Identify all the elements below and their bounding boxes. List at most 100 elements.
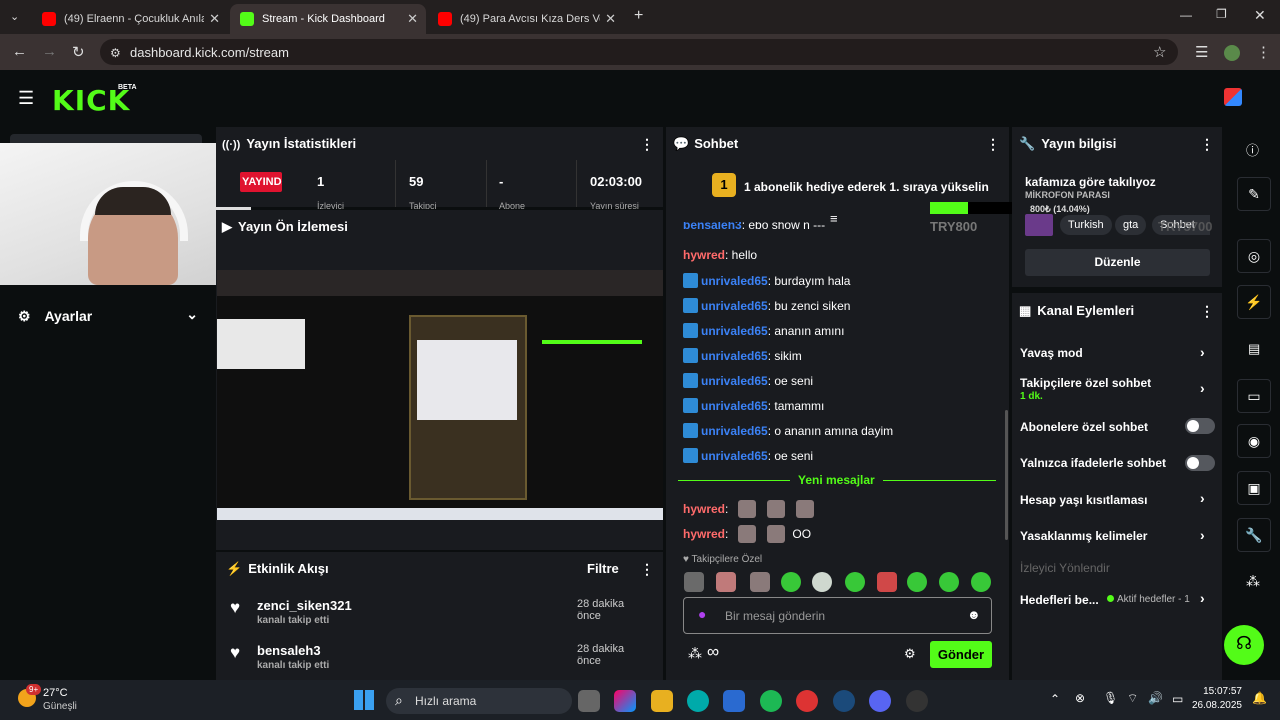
new-messages-divider[interactable]: Yeni mesajlar bbox=[678, 473, 996, 487]
points-icon[interactable]: ⁂ bbox=[688, 645, 702, 662]
store-icon[interactable] bbox=[723, 690, 745, 712]
microphone-icon[interactable]: ● bbox=[698, 606, 706, 622]
emote-button[interactable] bbox=[971, 572, 991, 592]
edit-button[interactable]: Düzenle bbox=[1025, 249, 1210, 276]
close-tab-icon[interactable]: ✕ bbox=[209, 11, 220, 27]
emote-button[interactable] bbox=[812, 572, 832, 592]
emote-button[interactable] bbox=[907, 572, 927, 592]
new-tab-icon[interactable]: + bbox=[634, 7, 643, 25]
sidebar-item-ayarlar[interactable]: ⚙ Ayarlar ⌄ bbox=[18, 306, 198, 325]
chat-input[interactable]: ● Bir mesaj gönderin ☻ bbox=[683, 597, 992, 634]
stream-info-menu-icon[interactable]: ⋮ bbox=[1200, 136, 1214, 153]
subs-chat-toggle[interactable] bbox=[1185, 418, 1215, 434]
lightning-icon[interactable]: ⚡ bbox=[1237, 285, 1271, 319]
app-icon[interactable] bbox=[906, 690, 928, 712]
emote-chat-toggle[interactable] bbox=[1185, 455, 1215, 471]
stats-menu-icon[interactable]: ⋮ bbox=[640, 136, 654, 153]
emote-button[interactable] bbox=[877, 572, 897, 592]
bookmark-star-icon[interactable]: ☆ bbox=[1153, 43, 1166, 61]
send-button[interactable]: Gönder bbox=[930, 641, 992, 668]
tab-kick-dashboard[interactable]: Stream - Kick Dashboard ✕ bbox=[230, 4, 426, 34]
chat-scrollbar[interactable] bbox=[1005, 410, 1008, 540]
age-restriction-row[interactable]: Hesap yaşı kısıtlaması bbox=[1020, 493, 1147, 507]
back-icon[interactable]: ← bbox=[12, 43, 27, 60]
weather-widget[interactable]: 9+ 27°C Güneşli bbox=[16, 684, 116, 716]
file-explorer-icon[interactable] bbox=[651, 690, 673, 712]
maximize-icon[interactable]: ❐ bbox=[1216, 7, 1227, 21]
task-view-icon[interactable] bbox=[578, 690, 600, 712]
profile-avatar[interactable] bbox=[1224, 45, 1240, 61]
minimize-icon[interactable]: — bbox=[1180, 8, 1192, 22]
close-tab-icon[interactable]: ✕ bbox=[605, 11, 616, 27]
info-icon[interactable]: ⓘ bbox=[1246, 140, 1259, 159]
camera-target-icon[interactable]: ◎ bbox=[1237, 239, 1271, 273]
preview-phone-screen bbox=[417, 340, 517, 420]
activity-menu-icon[interactable]: ⋮ bbox=[640, 561, 654, 578]
activity-filter-button[interactable]: Filtre bbox=[587, 561, 619, 576]
media-control-icon[interactable]: ☰ bbox=[1195, 43, 1208, 61]
tab-para-avcisi[interactable]: (49) Para Avcısı Kıza Ders Verdi ✕ bbox=[428, 4, 624, 34]
document-icon[interactable]: ▤ bbox=[1248, 341, 1260, 357]
emote-button[interactable] bbox=[716, 572, 736, 592]
site-info-icon[interactable]: ⚙ bbox=[110, 46, 121, 60]
notification-icon[interactable]: 🔔 bbox=[1252, 691, 1267, 705]
emote-button[interactable] bbox=[939, 572, 959, 592]
tab-list-chevron-icon[interactable]: ⌄ bbox=[10, 10, 19, 23]
wifi-icon[interactable]: ⌔ bbox=[1127, 691, 1138, 706]
hamburger-menu-icon[interactable]: ☰ bbox=[18, 88, 34, 109]
gift-leaderboard-banner[interactable]: 1 1 abonelik hediye ederek 1. sıraya yük… bbox=[712, 173, 1002, 199]
taskbar-search[interactable]: ⌕ Hızlı arama bbox=[386, 688, 572, 714]
steam-icon[interactable] bbox=[833, 690, 855, 712]
close-window-icon[interactable]: ✕ bbox=[1254, 7, 1266, 24]
goals-status: Aktif hedefler - 1 bbox=[1107, 594, 1190, 605]
channel-actions-menu-icon[interactable]: ⋮ bbox=[1200, 303, 1214, 320]
weather-badge: 9+ bbox=[26, 684, 42, 695]
tab-elraenn[interactable]: (49) Elraenn - Çocukluk Anıları ✕ bbox=[32, 4, 228, 34]
pinned-collapse-icon[interactable]: ≡ bbox=[830, 211, 838, 226]
copilot-icon[interactable] bbox=[614, 690, 636, 712]
windows-start-icon[interactable] bbox=[354, 690, 374, 710]
edge-icon[interactable] bbox=[687, 690, 709, 712]
clock[interactable]: 15:07:57 26.08.2025 bbox=[1190, 686, 1242, 711]
emote-button[interactable] bbox=[750, 572, 770, 592]
reload-icon[interactable]: ↻ bbox=[72, 43, 85, 61]
chrome-icon[interactable] bbox=[796, 690, 818, 712]
battery-icon[interactable]: ▭ bbox=[1172, 692, 1183, 706]
tray-app-icon[interactable]: ⊗ bbox=[1075, 691, 1085, 705]
chevron-right-icon[interactable]: › bbox=[1200, 344, 1205, 360]
spotify-icon[interactable] bbox=[760, 690, 782, 712]
support-button[interactable]: ☊ bbox=[1224, 625, 1264, 665]
stat-divider bbox=[395, 160, 396, 207]
volume-icon[interactable]: 🔊 bbox=[1148, 691, 1163, 705]
emote-button[interactable] bbox=[684, 572, 704, 592]
chevron-right-icon[interactable]: › bbox=[1200, 380, 1205, 396]
emoji-picker-icon[interactable]: ☻ bbox=[967, 607, 981, 622]
edit-icon[interactable]: ✎ bbox=[1237, 177, 1271, 211]
chevron-right-icon[interactable]: › bbox=[1200, 590, 1205, 606]
goals-row[interactable]: Hedefleri be... bbox=[1020, 593, 1099, 607]
chevron-right-icon[interactable]: › bbox=[1200, 527, 1205, 543]
microphone-tray-icon[interactable]: 🎙 bbox=[1103, 691, 1118, 705]
emote-button[interactable] bbox=[845, 572, 865, 592]
video-icon[interactable]: ▣ bbox=[1237, 471, 1271, 505]
browser-menu-icon[interactable]: ⋮ bbox=[1256, 43, 1271, 61]
chat-settings-icon[interactable]: ⚙ bbox=[904, 646, 916, 662]
chat-menu-icon[interactable]: ⋮ bbox=[986, 136, 1000, 153]
url-input[interactable]: dashboard.kick.com/stream bbox=[100, 39, 1178, 65]
chat-icon[interactable]: ▭ bbox=[1237, 379, 1271, 413]
user-avatar[interactable] bbox=[1224, 88, 1242, 106]
broadcast-icon[interactable]: ◉ bbox=[1237, 424, 1271, 458]
slow-mode-row[interactable]: Yavaş mod bbox=[1020, 346, 1083, 360]
followers-chat-row[interactable]: Takipçilere özel sohbet bbox=[1020, 376, 1151, 390]
emote-button[interactable] bbox=[781, 572, 801, 592]
tools-icon[interactable]: 🔧 bbox=[1237, 518, 1271, 552]
stream-preview-video[interactable] bbox=[217, 270, 663, 520]
tray-chevron-icon[interactable]: ⌃ bbox=[1050, 692, 1060, 706]
forward-icon[interactable]: → bbox=[42, 43, 57, 60]
banned-words-row[interactable]: Yasaklanmış kelimeler bbox=[1020, 529, 1147, 543]
chevron-right-icon[interactable]: › bbox=[1200, 490, 1205, 506]
verified-badge-icon bbox=[683, 448, 698, 463]
close-tab-icon[interactable]: ✕ bbox=[407, 11, 418, 27]
discord-icon[interactable] bbox=[869, 690, 891, 712]
points-icon[interactable]: ⁂ bbox=[1246, 573, 1260, 590]
